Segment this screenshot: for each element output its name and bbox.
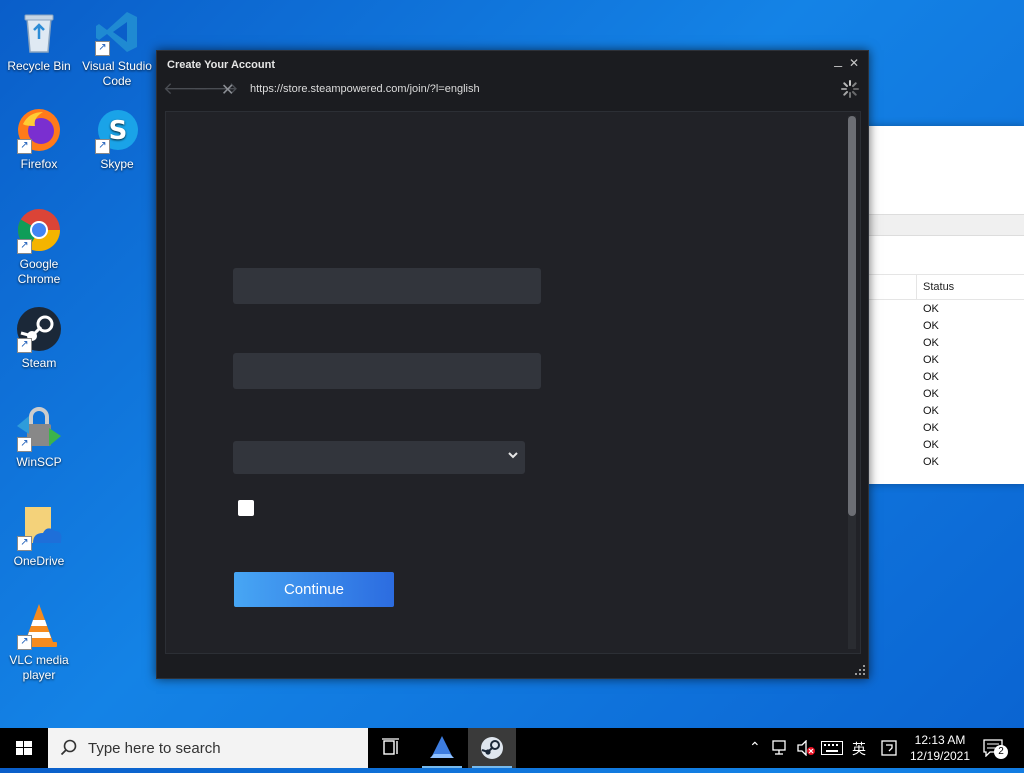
keyboard-icon[interactable] — [821, 741, 843, 755]
shortcut-arrow-icon: ↗ — [17, 437, 32, 452]
toolbar-strip — [867, 214, 1024, 236]
icon-label: WinSCP — [16, 455, 62, 469]
skype-icon: S ↗ — [93, 106, 141, 154]
task-view-icon — [382, 738, 399, 755]
notification-count-badge: 2 — [994, 745, 1008, 759]
table-row: OK — [923, 456, 939, 468]
loading-spinner-icon — [841, 80, 859, 98]
system-clock[interactable]: 12:13 AM 12/19/2021 — [902, 732, 978, 764]
desktop-icon-firefox[interactable]: ↗ Firefox — [2, 106, 76, 172]
desktop-icon-skype[interactable]: S ↗ Skype — [80, 106, 154, 172]
recycle-bin-icon — [15, 8, 63, 56]
steam-icon — [481, 737, 503, 759]
steam-icon: ↗ — [15, 305, 63, 353]
volume-muted-icon[interactable] — [796, 740, 816, 756]
ime-mode-icon[interactable] — [881, 740, 897, 756]
icon-label: Skype — [100, 157, 134, 171]
clock-time: 12:13 AM — [914, 733, 966, 747]
blue-bird-app-icon — [430, 736, 454, 758]
confirm-email-field[interactable] — [233, 353, 541, 389]
table-row: OK — [923, 405, 939, 417]
winscp-icon: ↗ — [15, 404, 63, 452]
table-header: Status — [867, 274, 1024, 300]
table-row: OK — [923, 354, 939, 366]
start-button[interactable] — [0, 728, 48, 768]
steam-create-account-window[interactable]: Create Your Account _ ✕ 🡐 🡒 ✕ https://st… — [156, 50, 869, 679]
resize-grip-icon[interactable] — [855, 665, 865, 675]
desktop-icon-recycle-bin[interactable]: Recycle Bin — [2, 8, 76, 74]
vscode-icon: ↗ — [93, 8, 141, 56]
scrollbar-thumb[interactable] — [848, 116, 856, 516]
shortcut-arrow-icon: ↗ — [17, 635, 32, 650]
desktop-icon-onedrive[interactable]: ↗ OneDrive — [2, 503, 76, 569]
agreement-checkbox[interactable] — [238, 500, 254, 516]
table-row: OK — [923, 303, 939, 315]
window-title: Create Your Account — [167, 59, 275, 71]
desktop-icon-winscp[interactable]: ↗ WinSCP — [2, 404, 76, 470]
icon-label: VLC media player — [9, 653, 69, 682]
search-placeholder: Type here to search — [88, 740, 221, 757]
taskbar-app-button[interactable] — [418, 728, 466, 768]
chrome-icon: ↗ — [15, 206, 63, 254]
vlc-cone-icon: ↗ — [15, 602, 63, 650]
table-row: OK — [923, 439, 939, 451]
url-bar[interactable]: https://store.steampowered.com/join/?l=e… — [250, 83, 480, 95]
shortcut-arrow-icon: ↗ — [17, 338, 32, 353]
icon-label: Firefox — [20, 157, 58, 171]
country-select[interactable] — [233, 441, 525, 474]
minimize-button[interactable]: _ — [834, 51, 842, 67]
search-icon — [60, 739, 77, 756]
taskbar: Type here to search ⌃ 英 12:13 AM 12/19/2… — [0, 728, 1024, 768]
shortcut-arrow-icon: ↗ — [95, 139, 110, 154]
onedrive-folder-icon: ↗ — [15, 503, 63, 551]
shortcut-arrow-icon: ↗ — [95, 41, 110, 56]
taskbar-steam-button[interactable] — [468, 728, 516, 768]
scrollbar[interactable] — [848, 116, 856, 649]
table-row: OK — [923, 388, 939, 400]
web-content: Continue — [165, 111, 861, 654]
desktop-icon-steam[interactable]: ↗ Steam — [2, 305, 76, 371]
background-window[interactable]: Status OK OK OK OK OK OK OK OK OK OK — [866, 126, 1024, 484]
task-view-button[interactable] — [368, 728, 416, 768]
icon-label: Recycle Bin — [7, 59, 71, 73]
notification-center-button[interactable]: 2 — [978, 728, 1024, 768]
clock-date: 12/19/2021 — [909, 749, 971, 763]
chevron-down-icon — [508, 452, 518, 459]
icon-label: Visual Studio Code — [82, 59, 152, 88]
shortcut-arrow-icon: ↗ — [17, 536, 32, 551]
continue-button[interactable]: Continue — [234, 572, 394, 607]
shortcut-arrow-icon: ↗ — [17, 239, 32, 254]
shortcut-arrow-icon: ↗ — [17, 139, 32, 154]
svg-text:S: S — [109, 116, 128, 146]
close-button[interactable]: ✕ — [849, 56, 859, 70]
network-icon[interactable] — [772, 740, 790, 756]
icon-label: Google Chrome — [17, 257, 61, 286]
table-row: OK — [923, 422, 939, 434]
icon-label: Steam — [21, 356, 57, 370]
stop-x-icon[interactable]: ✕ — [221, 80, 234, 100]
icon-label: OneDrive — [13, 554, 65, 568]
table-row: OK — [923, 337, 939, 349]
ime-language-indicator[interactable]: 英 — [852, 739, 866, 759]
table-row: OK — [923, 371, 939, 383]
windows-logo-icon — [16, 741, 32, 755]
column-header-status[interactable]: Status — [916, 275, 954, 299]
table-row: OK — [923, 320, 939, 332]
desktop-icon-vscode[interactable]: ↗ Visual Studio Code — [80, 8, 154, 89]
email-field[interactable] — [233, 268, 541, 304]
desktop-icon-chrome[interactable]: ↗ Google Chrome — [2, 206, 76, 287]
desktop-icon-vlc[interactable]: ↗ VLC media player — [2, 602, 76, 683]
search-box[interactable]: Type here to search — [48, 728, 368, 768]
show-hidden-icons-chevron-icon[interactable]: ⌃ — [749, 739, 761, 756]
firefox-icon: ↗ — [15, 106, 63, 154]
